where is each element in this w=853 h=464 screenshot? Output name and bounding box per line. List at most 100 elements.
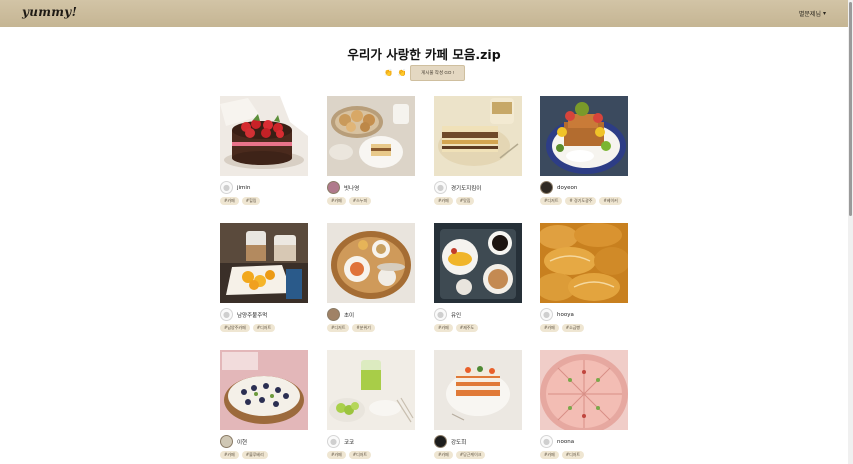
- default-user-icon: ●: [437, 182, 444, 192]
- cafe-card[interactable]: 빗나영 #카페 #스누피: [327, 96, 415, 221]
- tag[interactable]: #카페: [434, 197, 453, 205]
- avatar: [540, 181, 553, 194]
- author[interactable]: 이현: [220, 435, 247, 448]
- tag[interactable]: #남양주카페: [220, 324, 250, 332]
- avatar: ●: [220, 308, 233, 321]
- tag-list: #카페 #스누피: [327, 197, 372, 205]
- sandwich-photo[interactable]: [434, 96, 522, 176]
- tag[interactable]: #카페: [434, 451, 453, 459]
- mango-drink-photo[interactable]: [220, 223, 308, 303]
- cafe-card[interactable]: ● 유인 #카페 #제주도: [434, 223, 522, 348]
- author[interactable]: doyeon: [540, 181, 577, 194]
- tag-list: #카페 #힐링: [220, 197, 261, 205]
- tag[interactable]: # 경기도광주: [565, 197, 597, 205]
- pink-tart-photo[interactable]: [540, 350, 628, 430]
- tag[interactable]: #베이커: [599, 197, 622, 205]
- avatar: [327, 308, 340, 321]
- tag[interactable]: #제주도: [455, 324, 479, 332]
- user-menu[interactable]: 별문제님 ▾: [799, 9, 826, 18]
- cafe-card[interactable]: ● hooya #카페 #소금빵: [540, 223, 628, 348]
- tag[interactable]: #스누피: [348, 197, 372, 205]
- author[interactable]: 빗나영: [327, 181, 359, 194]
- tag[interactable]: #카페: [327, 451, 346, 459]
- tag[interactable]: #디저트: [348, 451, 372, 459]
- author[interactable]: ● 유인: [434, 308, 461, 321]
- scrollbar-thumb[interactable]: [849, 2, 852, 216]
- brunch-tray-photo[interactable]: [327, 223, 415, 303]
- cookie-plate-photo[interactable]: [327, 96, 415, 176]
- scrollbar[interactable]: [848, 0, 853, 464]
- tag[interactable]: #소금빵: [561, 324, 585, 332]
- cafe-card[interactable]: doyeon #디저트 # 경기도광주 #베이커: [540, 96, 628, 221]
- cafe-card[interactable]: ● 남양주불주먹 #남양주카페 #디저트: [220, 223, 308, 348]
- tag[interactable]: #디저트: [540, 197, 563, 205]
- tag[interactable]: #디저트: [327, 324, 350, 332]
- page-title: 우리가 사랑한 카페 모음.zip: [347, 47, 501, 62]
- tag[interactable]: #카페: [434, 324, 453, 332]
- tag-list: #디저트 #분위기: [327, 324, 375, 332]
- omelette-coffee-photo[interactable]: [434, 223, 522, 303]
- author-name: noona: [557, 438, 575, 445]
- tag[interactable]: #카페: [327, 197, 346, 205]
- tag[interactable]: #디저트: [252, 324, 276, 332]
- write-post-button[interactable]: 게시물 작성 GO !: [410, 65, 465, 81]
- tag[interactable]: #카페: [540, 451, 559, 459]
- fruit-french-toast-photo[interactable]: [540, 96, 628, 176]
- carrot-cake-photo[interactable]: [434, 350, 522, 430]
- clapping-hands-icon: 👏👏: [384, 69, 412, 77]
- tag-list: #카페 #디저트: [540, 451, 585, 459]
- author-name: 남양주불주먹: [237, 312, 268, 319]
- author[interactable]: ● 남양주불주먹: [220, 308, 267, 321]
- cafe-card[interactable]: ● 경기도지킴이 #카페 #맛집: [434, 96, 522, 221]
- avatar: [220, 435, 233, 448]
- cafe-card[interactable]: 강도희 #카페 #당근케이크: [434, 350, 522, 464]
- cafe-card[interactable]: 초이 #디저트 #분위기: [327, 223, 415, 348]
- tag[interactable]: #카페: [220, 451, 239, 459]
- tag-list: #디저트 # 경기도광주 #베이커: [540, 197, 622, 205]
- avatar: [434, 435, 447, 448]
- tag[interactable]: #힐링: [241, 197, 261, 205]
- author[interactable]: ● jimin: [220, 181, 250, 194]
- tag-list: #카페 #당근케이크: [434, 451, 486, 459]
- blueberry-tart-photo[interactable]: [220, 350, 308, 430]
- tag[interactable]: #당근케이크: [455, 451, 486, 459]
- default-user-icon: ●: [437, 309, 444, 319]
- cafe-card[interactable]: ● jimin #카페 #힐링: [220, 96, 308, 221]
- tag-list: #카페 #디저트: [327, 451, 372, 459]
- author[interactable]: ● 코코: [327, 435, 354, 448]
- app-logo[interactable]: yummy!: [22, 5, 77, 19]
- default-user-icon: ●: [223, 309, 230, 319]
- salt-bread-photo[interactable]: [540, 223, 628, 303]
- author-name: 강도희: [451, 439, 467, 446]
- author[interactable]: ● hooya: [540, 308, 574, 321]
- author[interactable]: ● noona: [540, 435, 574, 448]
- tag[interactable]: #블루베리: [241, 451, 268, 459]
- cafe-card-grid: ● jimin #카페 #힐링 빗나영 #카페 #스누피 ● 경기도지킴이 #카…: [220, 96, 628, 464]
- tag[interactable]: #카페: [220, 197, 239, 205]
- tag-list: #남양주카페 #디저트: [220, 324, 276, 332]
- author-name: 초이: [344, 312, 355, 319]
- strawberry-cake-photo[interactable]: [220, 96, 308, 176]
- avatar: [327, 181, 340, 194]
- cafe-card[interactable]: 이현 #카페 #블루베리: [220, 350, 308, 464]
- author-name: 이현: [237, 439, 248, 446]
- chevron-down-icon: ▾: [822, 10, 826, 17]
- author-name: hooya: [557, 311, 574, 318]
- author[interactable]: 강도희: [434, 435, 466, 448]
- tag[interactable]: #맛집: [455, 197, 475, 205]
- tag[interactable]: #디저트: [561, 451, 585, 459]
- author-name: 경기도지킴이: [451, 185, 482, 192]
- author-name: 빗나영: [344, 185, 360, 192]
- green-dessert-photo[interactable]: [327, 350, 415, 430]
- tag[interactable]: #분위기: [352, 324, 375, 332]
- tag[interactable]: #카페: [540, 324, 559, 332]
- tag-list: #카페 #소금빵: [540, 324, 585, 332]
- avatar: ●: [220, 181, 233, 194]
- author[interactable]: ● 경기도지킴이: [434, 181, 481, 194]
- author[interactable]: 초이: [327, 308, 354, 321]
- avatar: ●: [434, 181, 447, 194]
- avatar: ●: [327, 435, 340, 448]
- cafe-card[interactable]: ● noona #카페 #디저트: [540, 350, 628, 464]
- author-name: 유인: [451, 312, 462, 319]
- cafe-card[interactable]: ● 코코 #카페 #디저트: [327, 350, 415, 464]
